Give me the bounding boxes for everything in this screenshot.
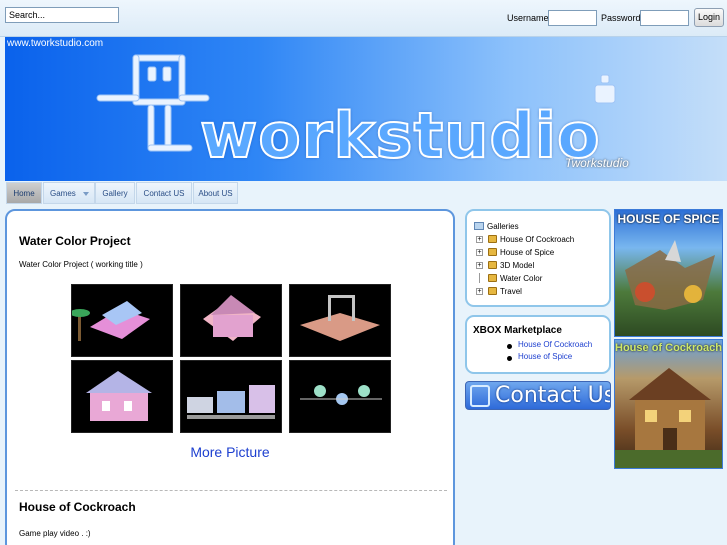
tree-item-3d-model[interactable]: 3D Model — [500, 261, 534, 270]
tree-item-house-of-spice[interactable]: House of Spice — [500, 248, 554, 257]
post-divider — [15, 490, 447, 491]
nav-games[interactable]: Games — [43, 182, 95, 204]
house-of-cockroach-ad[interactable]: House of Cockroach — [614, 339, 723, 469]
chevron-down-icon — [83, 191, 90, 196]
folder-icon — [488, 235, 497, 243]
logo-text: workstudio — [199, 99, 601, 172]
xbox-title: XBOX Marketplace — [473, 325, 562, 336]
contact-us-banner[interactable]: Contact Us — [465, 381, 611, 410]
folder-icon — [488, 287, 497, 295]
nav-home[interactable]: Home — [6, 182, 42, 204]
dragon-illustration-icon — [625, 240, 715, 310]
username-label: Username — [507, 13, 549, 23]
top-bar: Username Password Login — [0, 0, 727, 37]
xbox-link-house-of-spice[interactable]: House of Spice — [518, 352, 572, 361]
post-text: Game play video . :) — [19, 529, 91, 538]
nav-games-label: Games — [50, 189, 76, 198]
password-field[interactable] — [640, 10, 689, 26]
folder-icon — [488, 274, 497, 282]
username-field[interactable] — [548, 10, 597, 26]
house-illustration-icon — [615, 368, 722, 468]
nav-about-us[interactable]: About US — [193, 182, 238, 204]
gallery-thumbnail[interactable] — [289, 360, 391, 433]
site-banner: www.tworkstudio.com workstudio Tworkstud… — [5, 37, 727, 181]
post-title[interactable]: Water Color Project — [19, 234, 131, 248]
bullet-icon — [507, 356, 512, 361]
xbox-marketplace-box: XBOX Marketplace House Of Cockroach Hous… — [465, 315, 611, 374]
login-button[interactable]: Login — [694, 8, 724, 27]
contact-us-text: Contact Us — [495, 383, 611, 408]
galleries-title: Galleries — [487, 222, 519, 231]
expand-plus-icon[interactable]: + — [476, 262, 483, 269]
main-content-panel: Water Color Project Water Color Project … — [5, 209, 455, 545]
nav-gallery[interactable]: Gallery — [95, 182, 135, 204]
post-title[interactable]: House of Cockroach — [19, 500, 136, 514]
logo-subtitle: Tworkstudio — [565, 156, 629, 170]
password-label: Password — [601, 13, 641, 23]
gallery-thumbnail[interactable] — [180, 360, 282, 433]
expand-plus-icon[interactable]: + — [476, 288, 483, 295]
gallery-thumbnail[interactable] — [70, 284, 173, 357]
tree-item-water-color[interactable]: Water Color — [500, 274, 542, 283]
more-picture-link[interactable]: More Picture — [7, 444, 453, 460]
bullet-icon — [507, 344, 512, 349]
folder-icon — [488, 248, 497, 256]
tree-line — [479, 273, 480, 283]
tree-item-house-of-cockroach[interactable]: House Of Cockroach — [500, 235, 574, 244]
galleries-icon — [474, 222, 484, 230]
house-of-spice-ad[interactable]: HOUSE OF SPICE — [614, 209, 723, 337]
expand-plus-icon[interactable]: + — [476, 236, 483, 243]
folder-icon — [488, 261, 497, 269]
expand-plus-icon[interactable]: + — [476, 249, 483, 256]
galleries-tree-box: Galleries + House Of Cockroach + House o… — [465, 209, 611, 307]
nav-contact-us[interactable]: Contact US — [136, 182, 192, 204]
post-text: Water Color Project ( working title ) — [19, 260, 143, 269]
xbox-link-house-of-cockroach[interactable]: House Of Cockroach — [518, 340, 592, 349]
search-input[interactable] — [5, 7, 119, 23]
gallery-thumbnail[interactable] — [289, 284, 391, 357]
gallery-thumbnail[interactable] — [180, 284, 282, 357]
contact-robot-icon — [470, 385, 490, 407]
gallery-thumbnail[interactable] — [71, 360, 173, 433]
tree-item-travel[interactable]: Travel — [500, 287, 522, 296]
main-nav: Home Games Gallery Contact US About US — [5, 181, 727, 205]
